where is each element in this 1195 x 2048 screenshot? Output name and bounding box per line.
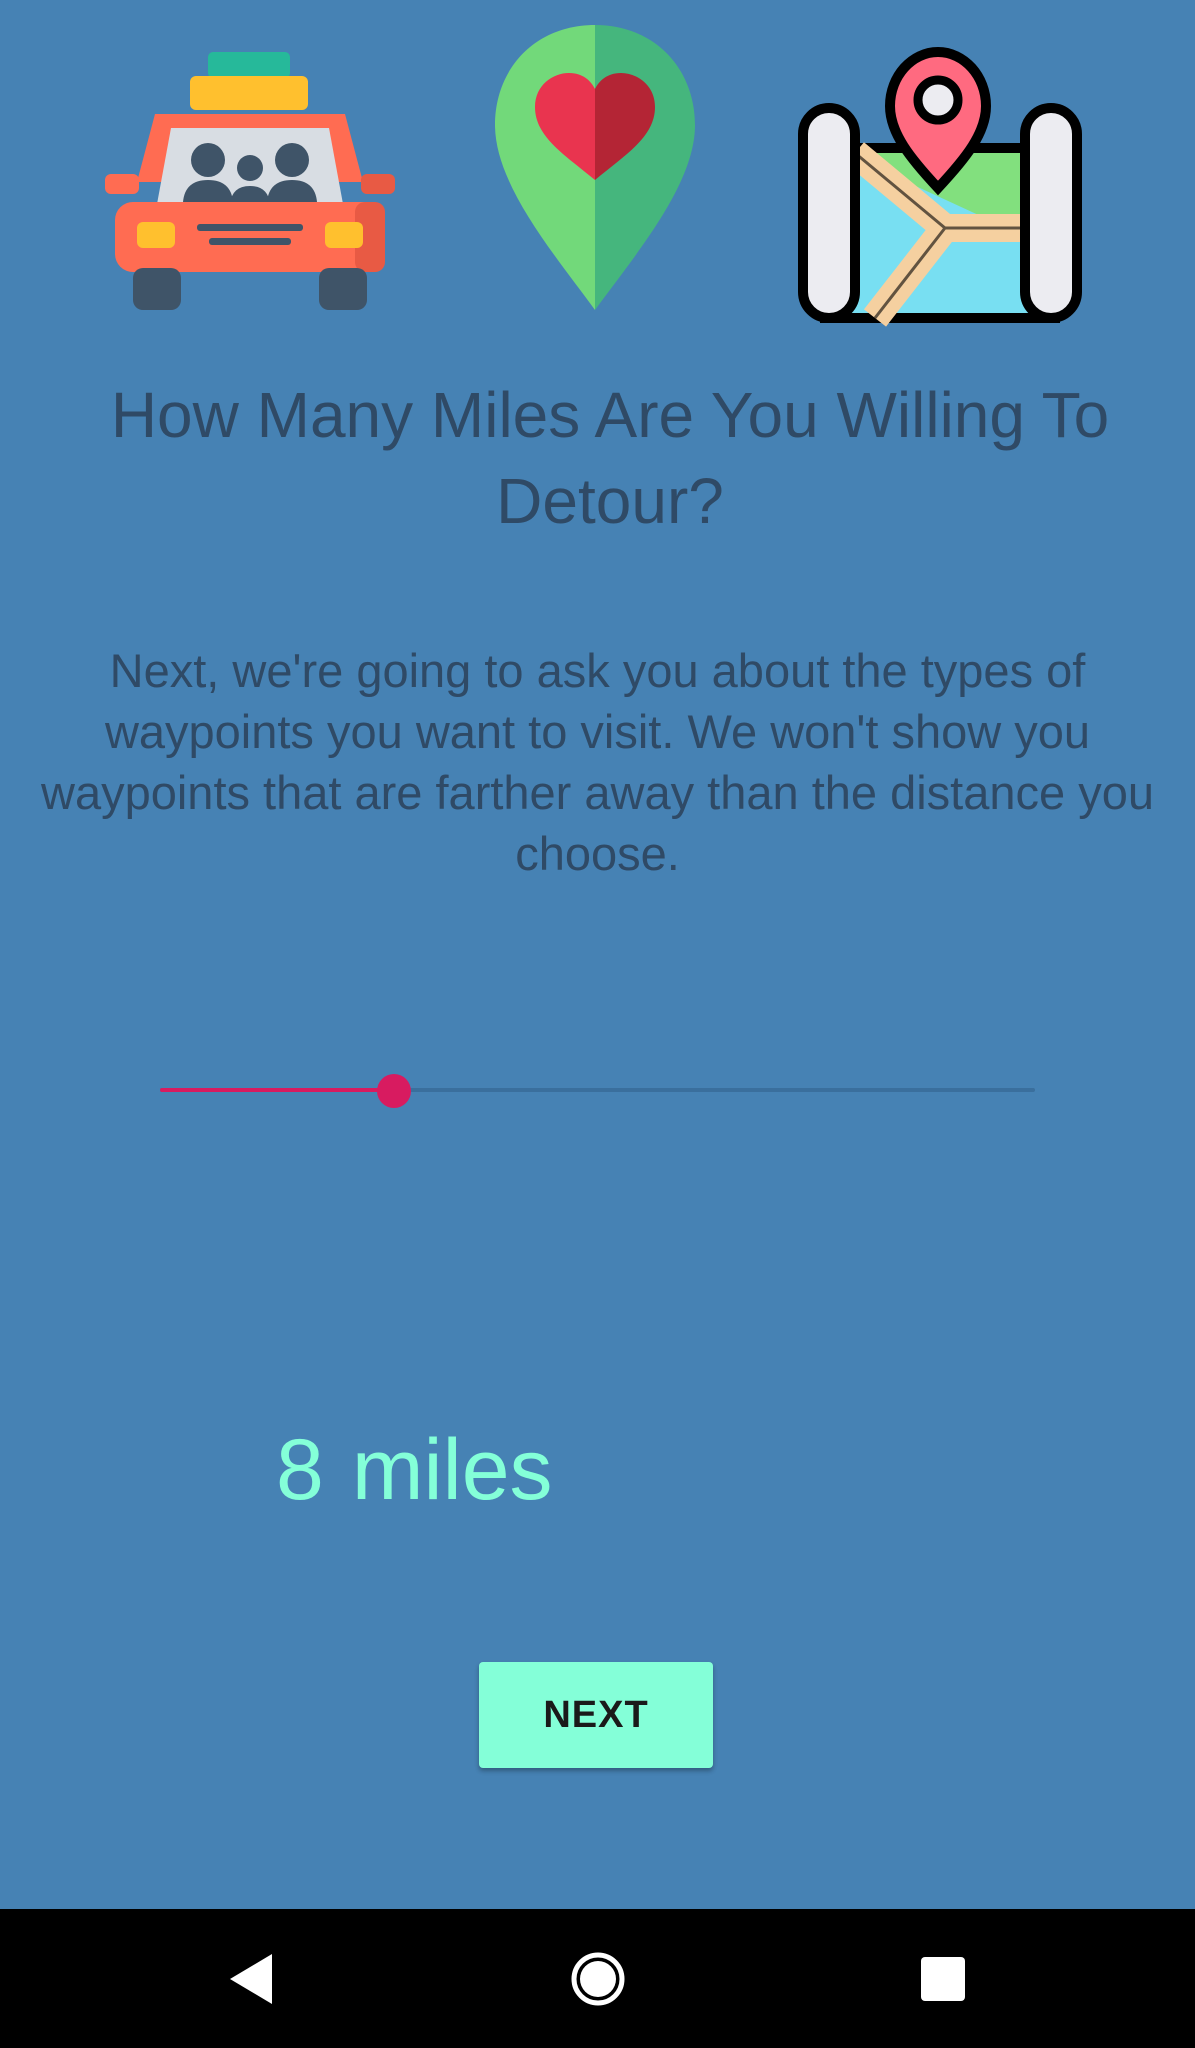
car-icon [105,52,395,314]
back-button[interactable] [181,1909,320,2048]
detour-distance-screen: How Many Miles Are You Willing To Detour… [0,0,1195,1909]
location-heart-pin-icon [495,25,695,310]
page-title: How Many Miles Are You Willing To Detour… [110,379,1110,537]
home-icon [571,1952,624,2005]
distance-readout: 8 miles [276,1420,553,1520]
slider-fill [160,1088,394,1092]
recents-button[interactable] [873,1909,1012,2048]
home-button[interactable] [528,1909,667,2048]
distance-value: 8 [276,1422,324,1518]
next-button[interactable]: NEXT [479,1662,713,1768]
slider-thumb[interactable] [376,1074,411,1108]
distance-slider[interactable] [160,1070,1035,1110]
distance-unit: miles [351,1422,553,1518]
system-navigation-bar [0,1909,1195,2048]
map-pin-icon [795,38,1085,328]
description-text: Next, we're going to ask you about the t… [41,644,1154,880]
back-icon [229,1953,272,2004]
recents-icon [920,1956,965,2001]
